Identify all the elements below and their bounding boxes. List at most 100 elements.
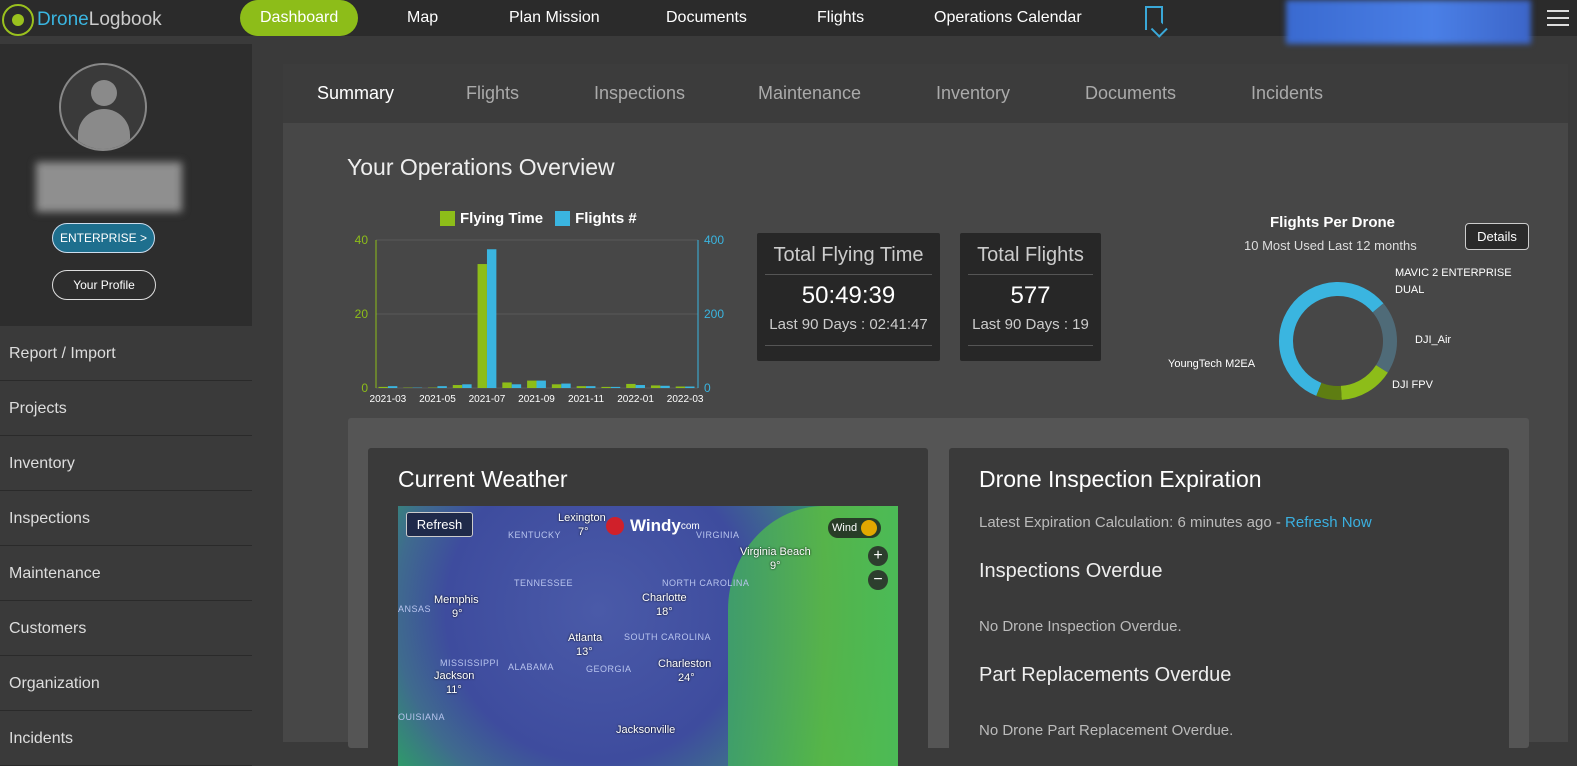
inspection-card: Drone Inspection Expiration Latest Expir… [949, 448, 1509, 758]
nav-plan-mission[interactable]: Plan Mission [509, 0, 600, 36]
logo-text-drone: Drone [37, 9, 89, 31]
tab-documents[interactable]: Documents [1085, 64, 1176, 123]
refresh-now-link[interactable]: Refresh Now [1285, 514, 1372, 531]
map-coastal-wind-layer [728, 506, 898, 766]
flights-bar-chart[interactable]: 0204002004002021-032021-052021-072021-09… [346, 228, 726, 408]
avatar-head-shape [91, 80, 117, 106]
hamburger-icon[interactable] [1547, 10, 1569, 31]
map-refresh-button[interactable]: Refresh [406, 512, 473, 537]
sidebar-item-report-import[interactable]: Report / Import [0, 326, 252, 381]
nav-operations-calendar[interactable]: Operations Calendar [934, 0, 1082, 36]
nav-documents[interactable]: Documents [666, 0, 747, 36]
bar-flights [487, 249, 496, 388]
main-content: Summary Flights Inspections Maintenance … [283, 64, 1568, 742]
nav-map[interactable]: Map [407, 0, 438, 36]
weather-card: Current Weather KENTUCKY VIRGINIA TENNES… [368, 448, 928, 758]
app-logo[interactable]: DroneLogbook [2, 4, 162, 36]
sidebar-item-organization[interactable]: Organization [0, 656, 252, 711]
map-temp-lexington: 7° [578, 526, 589, 538]
bar-flights [462, 384, 471, 388]
avatar[interactable] [59, 63, 147, 151]
total-flights-value: 577 [960, 282, 1101, 310]
avatar-body-shape [78, 109, 130, 149]
tab-inventory[interactable]: Inventory [936, 64, 1010, 123]
zoom-out-button[interactable]: − [868, 570, 888, 590]
flights-per-drone-donut[interactable] [1273, 276, 1403, 406]
bar-flights [537, 381, 546, 388]
sidebar-item-maintenance[interactable]: Maintenance [0, 546, 252, 601]
user-menu-redacted[interactable] [1286, 0, 1531, 44]
sidebar-item-inventory[interactable]: Inventory [0, 436, 252, 491]
windy-logo[interactable]: Windycom [606, 516, 700, 536]
bar-flights [512, 384, 521, 388]
tab-flights[interactable]: Flights [466, 64, 519, 123]
sidebar: ENTERPRISE > Your Profile Report / Impor… [0, 44, 252, 742]
details-button[interactable]: Details [1465, 223, 1529, 250]
legend-swatch-flights [555, 211, 570, 226]
sidebar-item-inspections[interactable]: Inspections [0, 491, 252, 546]
map-state-tennessee: TENNESSEE [514, 578, 573, 588]
logo-text-logbook: Logbook [89, 9, 162, 31]
widgets-panel: Current Weather KENTUCKY VIRGINIA TENNES… [348, 418, 1529, 748]
total-flying-time-value: 50:49:39 [757, 282, 940, 310]
overview-title: Your Operations Overview [347, 154, 615, 181]
x-tick-label: 2021-05 [419, 394, 456, 405]
nav-flights[interactable]: Flights [817, 0, 864, 36]
bar-flights [561, 384, 570, 388]
parts-overdue-text: No Drone Part Replacement Overdue. [979, 722, 1233, 739]
inspections-overdue-title: Inspections Overdue [979, 560, 1162, 583]
username-redacted [36, 162, 182, 212]
donut-label-dji-fpv: DJI FPV [1392, 379, 1433, 391]
map-temp-charlotte: 18° [656, 606, 673, 618]
bar-flights [586, 386, 595, 388]
your-profile-button[interactable]: Your Profile [52, 270, 156, 300]
bar-flying-time [527, 381, 536, 388]
sidebar-item-incidents[interactable]: Incidents [0, 711, 252, 766]
total-flying-time-label: Total Flying Time [765, 244, 932, 275]
map-temp-charleston: 24° [678, 672, 695, 684]
total-flights-label: Total Flights [968, 244, 1093, 275]
bar-flying-time [601, 387, 610, 388]
wind-layer-toggle[interactable]: Wind [828, 518, 881, 538]
legend-label-flights: Flights # [575, 210, 637, 227]
map-temp-memphis: 9° [452, 608, 463, 620]
bar-flights [388, 386, 397, 388]
map-city-lexington: Lexington [558, 512, 606, 524]
tab-summary[interactable]: Summary [317, 64, 394, 123]
weather-title: Current Weather [398, 466, 568, 493]
donut-slice-youngtech[interactable] [1286, 289, 1378, 389]
total-flights-card: Total Flights 577 Last 90 Days : 19 [960, 233, 1101, 361]
bookmark-icon[interactable] [1145, 6, 1163, 30]
latest-calculation-text: Latest Expiration Calculation: 6 minutes… [979, 514, 1281, 531]
sidebar-menu: Report / Import Projects Inventory Inspe… [0, 326, 252, 766]
zoom-in-button[interactable]: + [868, 546, 888, 566]
map-city-charlotte: Charlotte [642, 592, 687, 604]
map-state-north-carolina: NORTH CAROLINA [662, 578, 749, 588]
bar-flights [611, 387, 620, 388]
tab-inspections[interactable]: Inspections [594, 64, 685, 123]
map-state-alabama: ALABAMA [508, 662, 554, 672]
x-tick-label: 2021-09 [518, 394, 555, 405]
top-navbar: DroneLogbook Dashboard Map Plan Mission … [0, 0, 1577, 36]
donut-slice-dji-air[interactable] [1341, 369, 1382, 393]
flights-per-drone-subtitle: 10 Most Used Last 12 months [1244, 238, 1417, 253]
bar-flying-time [453, 385, 462, 388]
weather-map[interactable]: KENTUCKY VIRGINIA TENNESSEE NORTH CAROLI… [398, 506, 898, 766]
legend-swatch-flying-time [440, 211, 455, 226]
donut-label-dji-air: DJI_Air [1415, 334, 1451, 346]
tab-maintenance[interactable]: Maintenance [758, 64, 861, 123]
donut-slice-dji-fpv[interactable] [1319, 389, 1341, 393]
donut-label-mavic-line2: DUAL [1395, 284, 1424, 296]
enterprise-button[interactable]: ENTERPRISE > [52, 223, 155, 253]
x-tick-label: 2021-11 [568, 394, 604, 405]
sidebar-item-projects[interactable]: Projects [0, 381, 252, 436]
map-temp-jackson: 11° [446, 684, 462, 696]
y-right-tick-label: 0 [704, 381, 711, 395]
nav-dashboard[interactable]: Dashboard [240, 0, 358, 36]
parts-overdue-title: Part Replacements Overdue [979, 664, 1231, 687]
map-city-virginia-beach: Virginia Beach [740, 546, 811, 558]
donut-slice-mavic[interactable] [1378, 308, 1390, 369]
sidebar-item-customers[interactable]: Customers [0, 601, 252, 656]
chart-legend[interactable]: Flying Time Flights # [440, 210, 637, 227]
tab-incidents[interactable]: Incidents [1251, 64, 1323, 123]
